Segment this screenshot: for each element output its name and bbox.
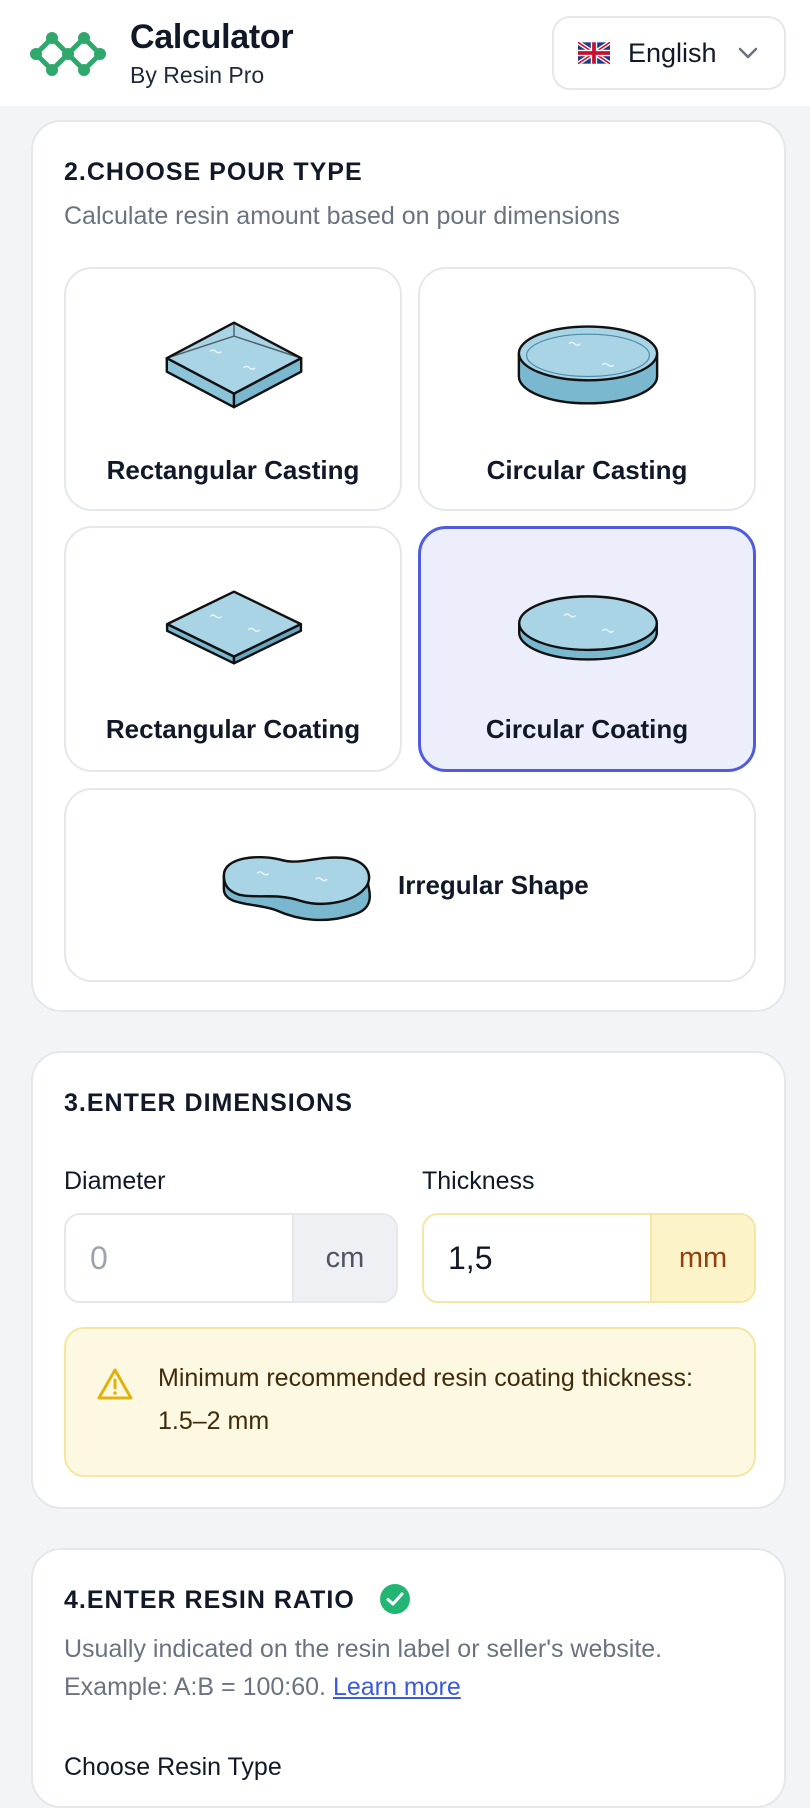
chevron-down-icon (738, 47, 758, 59)
check-circle-icon (380, 1584, 410, 1614)
language-selector[interactable]: English (552, 16, 786, 90)
app-subtitle: By Resin Pro (130, 62, 265, 88)
diameter-input[interactable] (66, 1215, 292, 1301)
resin-ratio-title: 4.ENTER RESIN RATIO (64, 1586, 355, 1614)
pour-type-card: 2.CHOOSE POUR TYPE Calculate resin amoun… (31, 120, 786, 1012)
option-label: Irregular Shape (398, 870, 589, 900)
circular-coating-icon (518, 595, 658, 661)
option-irregular-shape[interactable]: Irregular Shape (64, 788, 756, 982)
dimensions-card: 3.ENTER DIMENSIONS Diameter cm Thickness… (31, 1051, 786, 1509)
circular-casting-icon (517, 325, 659, 405)
option-label: Rectangular Casting (106, 455, 360, 485)
resin-pro-logo-icon (30, 32, 106, 76)
thickness-input[interactable] (424, 1215, 650, 1301)
thickness-unit: mm (650, 1215, 754, 1301)
warning-text: Minimum recommended resin coating thickn… (158, 1364, 693, 1435)
pour-type-description: Calculate resin amount based on pour dim… (64, 202, 620, 230)
option-label: Circular Casting (486, 455, 688, 485)
option-label: Circular Coating (485, 714, 689, 744)
pour-type-title: 2.CHOOSE POUR TYPE (64, 158, 363, 186)
option-circular-casting[interactable]: Circular Casting (418, 267, 756, 511)
app-title: Calculator (130, 18, 294, 56)
option-label: Rectangular Coating (105, 714, 361, 744)
resin-ratio-description: Usually indicated on the resin label or … (64, 1630, 754, 1706)
thickness-warning: Minimum recommended resin coating thickn… (64, 1327, 756, 1477)
app-header: Calculator By Resin Pro English (0, 0, 810, 106)
diameter-unit: cm (292, 1215, 396, 1301)
diameter-input-group: cm (64, 1213, 398, 1303)
thickness-label: Thickness (422, 1167, 535, 1195)
option-rectangular-casting[interactable]: Rectangular Casting (64, 267, 402, 511)
irregular-shape-icon (222, 856, 372, 922)
option-circular-coating[interactable]: Circular Coating (418, 526, 756, 772)
resin-ratio-card: 4.ENTER RESIN RATIO Usually indicated on… (31, 1548, 786, 1808)
option-rectangular-coating[interactable]: Rectangular Coating (64, 526, 402, 772)
resin-type-label: Choose Resin Type (64, 1753, 282, 1781)
learn-more-link[interactable]: Learn more (333, 1673, 461, 1701)
rectangular-coating-icon (165, 590, 303, 665)
rectangular-casting-icon (165, 321, 303, 409)
uk-flag-icon (578, 42, 610, 64)
warning-icon (97, 1368, 133, 1400)
language-label: English (628, 37, 717, 68)
thickness-input-group: mm (422, 1213, 756, 1303)
diameter-label: Diameter (64, 1167, 166, 1195)
dimensions-title: 3.ENTER DIMENSIONS (64, 1089, 353, 1117)
